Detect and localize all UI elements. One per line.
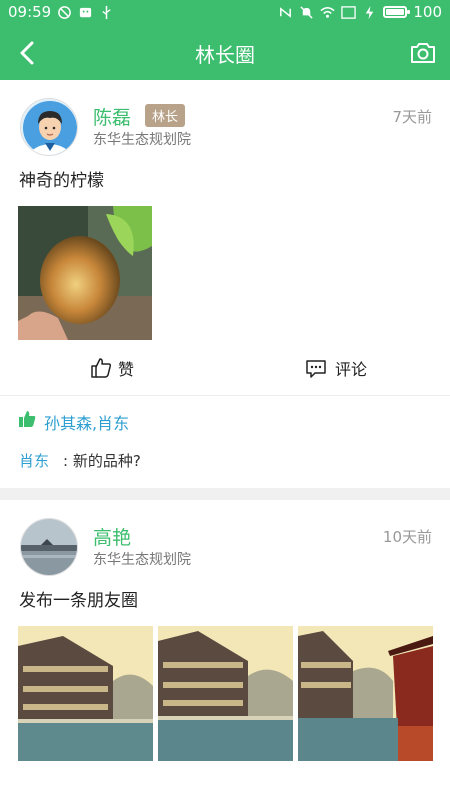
comment-button[interactable]: 评论 [305, 356, 367, 380]
post-text: 发布一条朋友圈 [19, 591, 138, 611]
post-item: 陈磊 林长 东华生态规划院 7天前 神奇的柠檬 赞 评论 孙其森,肖东 肖东:… [0, 80, 450, 488]
comment-author[interactable]: 肖东 [19, 450, 49, 471]
comment-icon [306, 360, 326, 378]
comment-item[interactable]: 肖东 : 新的品种? [0, 438, 450, 488]
feed[interactable]: 陈磊 林长 东华生态规划院 7天前 神奇的柠檬 赞 评论 孙其森,肖东 肖东:… [0, 80, 450, 800]
post-text: 神奇的柠檬 [19, 171, 104, 191]
status-time: 09:59 [8, 3, 52, 21]
dnd-icon [58, 5, 72, 19]
likes-row: 孙其森,肖东 [0, 396, 450, 438]
author-name[interactable]: 高艳 [93, 523, 131, 550]
post-time: 10天前 [382, 528, 432, 546]
status-left: 09:59 [8, 3, 114, 21]
title-bar: 林长圈 [0, 26, 450, 80]
post-header: 陈磊 林长 东华生态规划院 7天前 [0, 80, 450, 170]
avatar[interactable] [20, 98, 78, 156]
avatar[interactable] [20, 518, 78, 576]
thumbs-up-filled-icon [19, 411, 36, 427]
author-org: 东华生态规划院 [93, 132, 191, 148]
post-actions: 赞 评论 [0, 340, 450, 396]
android-icon [80, 7, 92, 17]
battery-level: 100 [413, 3, 442, 21]
post-time: 7天前 [392, 108, 432, 126]
post-item: 高艳 东华生态规划院 10天前 发布一条朋友圈 [0, 500, 450, 761]
nfc-icon [280, 6, 292, 18]
post-image-grid [18, 626, 450, 761]
like-label: 赞 [118, 360, 135, 379]
like-button[interactable]: 赞 [90, 356, 134, 380]
camera-icon[interactable] [408, 38, 438, 68]
battery-icon [383, 6, 411, 18]
usb-icon [102, 5, 111, 19]
status-right: 100 [278, 3, 442, 21]
page-title: 林长圈 [195, 43, 255, 67]
status-bar: 09:59 100 [0, 0, 450, 26]
mute-icon [300, 5, 314, 19]
thumbs-up-icon [91, 358, 112, 378]
post-divider [0, 488, 450, 500]
author-org: 东华生态规划院 [93, 552, 191, 568]
post-image[interactable] [298, 626, 433, 761]
post-header: 高艳 东华生态规划院 10天前 [0, 500, 450, 590]
comment-text: : 新的品种? [63, 452, 141, 470]
signal-icon [341, 5, 357, 19]
likes-names[interactable]: 孙其森,肖东 [44, 410, 129, 434]
post-image[interactable] [158, 626, 293, 761]
post-image[interactable] [18, 626, 153, 761]
post-image[interactable] [18, 206, 152, 340]
role-badge: 林长 [145, 104, 186, 127]
comment-label: 评论 [335, 360, 368, 379]
author-name[interactable]: 陈磊 [93, 103, 131, 130]
charging-icon [366, 5, 374, 19]
wifi-icon [320, 6, 335, 18]
